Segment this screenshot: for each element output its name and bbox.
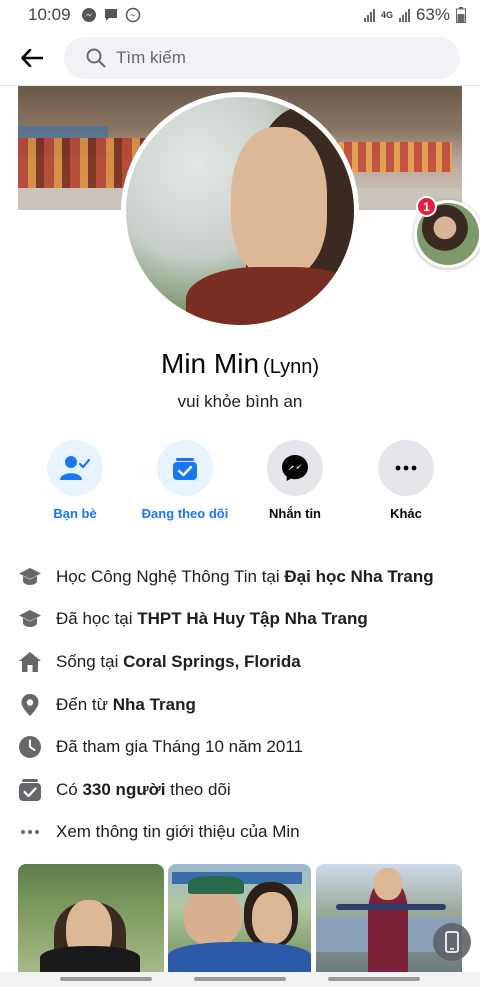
detail-lives-in[interactable]: Sống tại Coral Springs, Florida (0, 645, 480, 679)
graduation-cap-icon (19, 568, 41, 585)
floating-screen-button[interactable] (433, 923, 471, 961)
see-about-info[interactable]: Xem thông tin giới thiệu của Min (0, 815, 480, 849)
detail-lives-prefix: Sống tại (56, 652, 124, 671)
messenger-notification-icon (81, 8, 96, 22)
more-dots-icon (395, 465, 417, 471)
detail-from-link[interactable]: Nha Trang (113, 695, 196, 714)
detail-joined: Đã tham gia Tháng 10 năm 2011 (0, 730, 480, 764)
profile-bio: vui khỏe bình an (177, 392, 303, 411)
network-type: 4G (380, 10, 393, 20)
nav-home[interactable] (194, 977, 286, 981)
following-label: Đang theo dõi (141, 506, 229, 521)
status-bar: 10:09 4G 63% (0, 0, 480, 30)
see-about-text: Xem thông tin giới thiệu của Min (56, 822, 300, 841)
home-icon (19, 652, 41, 672)
profile-name-row: Min Min (Lynn) (0, 348, 480, 380)
detail-followers-count[interactable]: 330 người (82, 780, 165, 799)
following-check-icon (173, 458, 197, 480)
search-input[interactable]: Tìm kiếm (64, 36, 460, 79)
detail-from-prefix: Đến từ (56, 695, 113, 714)
messenger-icon (282, 455, 308, 481)
photo-grid (18, 864, 462, 972)
system-nav-bar (0, 972, 480, 987)
more-button[interactable]: Khác (351, 440, 461, 521)
detail-joined-text: Đã tham gia Tháng 10 năm 2011 (56, 737, 303, 756)
photo-thumbnail[interactable] (168, 864, 311, 972)
detail-lives-link[interactable]: Coral Springs, Florida (123, 652, 301, 671)
photo-thumbnail[interactable] (18, 864, 164, 972)
search-icon (86, 48, 106, 67)
notification-icons (81, 7, 141, 23)
chat-notification-icon (104, 9, 117, 21)
detail-followers[interactable]: Có 330 người theo dõi (0, 773, 480, 807)
friends-check-icon (60, 456, 90, 480)
back-arrow-icon (21, 48, 43, 67)
nav-back[interactable] (328, 977, 420, 981)
profile-name: Min Min (161, 348, 260, 379)
profile-actions: Bạn bè Đang theo dõi Nhắn tin Khác (0, 440, 480, 530)
status-time: 10:09 (28, 5, 71, 24)
battery-percent: 63% (415, 5, 450, 24)
phone-icon (445, 931, 459, 953)
following-button[interactable]: Đang theo dõi (130, 440, 240, 521)
chat-head-badge: 1 (416, 196, 437, 217)
more-label: Khác (390, 506, 422, 521)
battery-icon (456, 7, 466, 23)
followers-check-icon (19, 779, 41, 801)
detail-followers-prefix: Có (56, 780, 83, 799)
status-right: 4G 63% (363, 5, 466, 25)
signal-icon (363, 8, 375, 22)
message-button[interactable]: Nhắn tin (240, 440, 350, 521)
friends-label: Bạn bè (53, 506, 97, 521)
detail-followers-suffix: theo dõi (165, 780, 231, 799)
detail-from[interactable]: Đến từ Nha Trang (0, 688, 480, 722)
detail-school[interactable]: Đã học tại THPT Hà Huy Tập Nha Trang (0, 602, 480, 636)
detail-school-prefix: Đã học tại (56, 609, 138, 628)
graduation-cap-icon (19, 610, 41, 627)
profile-picture[interactable] (121, 92, 359, 330)
friends-button[interactable]: Bạn bè (20, 440, 130, 521)
search-placeholder: Tìm kiếm (116, 47, 186, 67)
detail-study[interactable]: Học Công Nghệ Thông Tin tại Đại học Nha … (0, 560, 480, 594)
messenger-notification-icon-2 (125, 7, 140, 23)
nav-recents[interactable] (60, 977, 152, 981)
back-button[interactable] (0, 30, 64, 86)
more-dots-icon (21, 830, 39, 834)
message-label: Nhắn tin (269, 506, 321, 521)
clock-icon (19, 736, 41, 758)
top-header: Tìm kiếm (0, 30, 480, 86)
signal-icon-2 (398, 8, 410, 22)
profile-alt-name: (Lynn) (263, 356, 319, 378)
detail-school-link[interactable]: THPT Hà Huy Tập Nha Trang (137, 609, 367, 628)
location-pin-icon (21, 694, 39, 716)
detail-study-link[interactable]: Đại học Nha Trang (284, 567, 433, 586)
detail-study-prefix: Học Công Nghệ Thông Tin tại (56, 567, 285, 586)
